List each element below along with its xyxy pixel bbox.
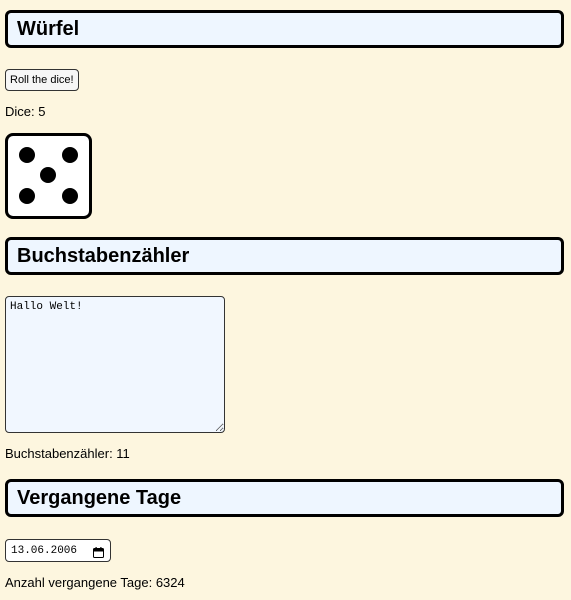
letter-counter-section-header: Buchstabenzähler [5,237,564,275]
dice-pip [62,147,78,163]
calendar-icon[interactable] [93,545,104,558]
dice-section-title: Würfel [17,17,80,40]
date-input-value: 13.06.2006 [11,544,78,557]
letter-counter-section-title: Buchstabenzähler [17,244,190,267]
dice-face [5,133,92,219]
days-passed-result-text: Anzahl vergangene Tage: 6324 [5,575,185,590]
dice-pip [19,147,35,163]
days-passed-section-title: Vergangene Tage [17,486,182,509]
dice-pip [40,167,56,183]
dice-section-header: Würfel [5,10,564,48]
dice-result-text: Dice: 5 [5,104,46,119]
roll-dice-button[interactable]: Roll the dice! [5,69,79,91]
letter-counter-textarea[interactable]: Hallo Welt! [5,296,225,433]
dice-pip [19,188,35,204]
days-passed-section-header: Vergangene Tage [5,479,564,517]
dice-pip [62,188,78,204]
date-input[interactable]: 13.06.2006 [5,539,111,562]
letter-count-text: Buchstabenzähler: 11 [5,446,130,461]
